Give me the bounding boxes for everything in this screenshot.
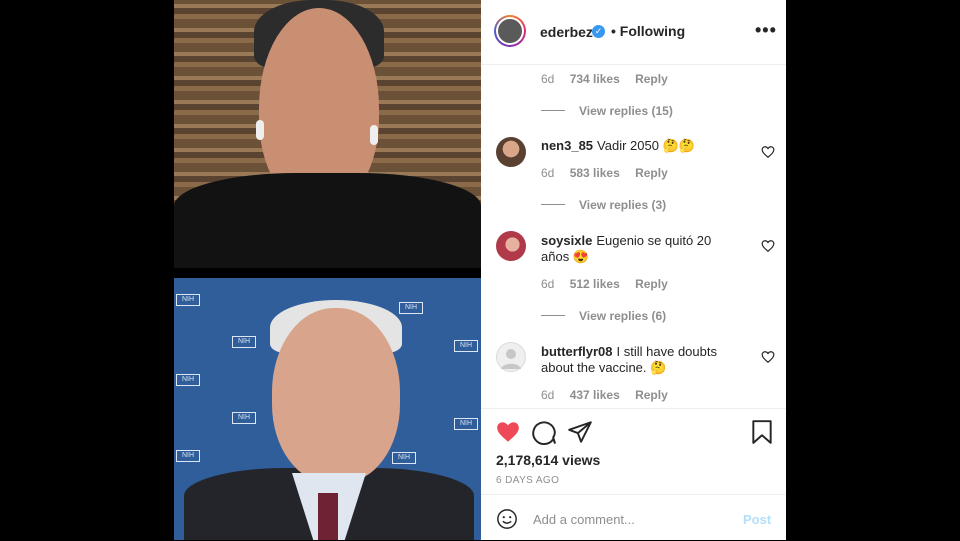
avatar[interactable]: [494, 15, 526, 47]
avatar[interactable]: [496, 137, 526, 167]
emoji-icon[interactable]: [496, 508, 518, 530]
comment-likes[interactable]: 437 likes: [570, 388, 620, 402]
verified-badge-icon: ✓: [592, 25, 605, 38]
nih-logo: NIH: [399, 302, 423, 314]
comment-likes[interactable]: 734 likes: [570, 72, 620, 86]
comment-username[interactable]: soysixle: [541, 233, 592, 248]
comment-time: 6d: [541, 388, 555, 402]
post-side-panel: ederbez ✓ • Following ••• 6d 734 likes R…: [481, 0, 786, 540]
reply-button[interactable]: Reply: [635, 388, 668, 402]
default-avatar-icon: [501, 349, 521, 369]
like-comment-heart-icon[interactable]: [761, 350, 775, 364]
heart-icon[interactable]: [495, 419, 521, 445]
comment-likes[interactable]: 512 likes: [570, 277, 620, 291]
comment-username[interactable]: butterflyr08: [541, 344, 613, 359]
nih-logo: NIH: [176, 374, 200, 386]
post-timestamp: 6 DAYS AGO: [496, 475, 560, 486]
avatar[interactable]: [496, 342, 526, 372]
nih-logo: NIH: [176, 294, 200, 306]
comment-meta: 6d 734 likes Reply: [541, 72, 680, 86]
username-link[interactable]: ederbez: [540, 24, 593, 40]
reply-button[interactable]: Reply: [635, 72, 668, 86]
post-comment-button[interactable]: Post: [743, 512, 771, 527]
comment-time: 6d: [541, 166, 555, 180]
post-actions: 2,178,614 views 6 DAYS AGO: [481, 408, 786, 495]
comment-time: 6d: [541, 72, 555, 86]
nih-logo: NIH: [232, 336, 256, 348]
nih-logo: NIH: [454, 418, 478, 430]
like-comment-heart-icon[interactable]: [761, 145, 775, 159]
post-header: ederbez ✓ • Following •••: [481, 0, 786, 65]
avatar[interactable]: [496, 231, 526, 261]
separator: •: [611, 23, 616, 39]
nih-logo: NIH: [232, 412, 256, 424]
comment-meta: 6d 583 likes Reply: [541, 166, 680, 180]
nih-logo: NIH: [176, 450, 200, 462]
comment-input[interactable]: [531, 507, 735, 531]
bookmark-icon[interactable]: [749, 419, 775, 445]
video-pane-guest: NIH NIH NIH NIH NIH NIH NIH NIH NIH: [174, 278, 481, 540]
view-count[interactable]: 2,178,614 views: [496, 452, 600, 468]
comment-body: soysixle Eugenio se quitó 20 años 😍: [541, 233, 741, 265]
view-replies-button[interactable]: View replies (3): [541, 197, 666, 212]
comment-icon[interactable]: [531, 419, 557, 445]
following-button[interactable]: • Following: [611, 23, 685, 39]
comment-body: butterflyr08 I still have doubts about th…: [541, 344, 741, 376]
comment-text: Vadir 2050 🤔🤔: [597, 138, 695, 153]
view-replies-button[interactable]: View replies (15): [541, 103, 673, 118]
video-player[interactable]: NIH NIH NIH NIH NIH NIH NIH NIH NIH: [174, 0, 481, 540]
comment-meta: 6d 437 likes Reply: [541, 388, 680, 402]
more-options-icon[interactable]: •••: [755, 20, 777, 41]
comment-likes[interactable]: 583 likes: [570, 166, 620, 180]
reply-button[interactable]: Reply: [635, 166, 668, 180]
comment-body: nen3_85 Vadir 2050 🤔🤔: [541, 138, 741, 154]
nih-logo: NIH: [454, 340, 478, 352]
comment-time: 6d: [541, 277, 555, 291]
share-icon[interactable]: [567, 419, 593, 445]
video-pane-host: [174, 0, 481, 268]
comment-username[interactable]: nen3_85: [541, 138, 593, 153]
follow-state-label: Following: [619, 23, 686, 39]
nih-logo: NIH: [392, 452, 416, 464]
add-comment-bar: Post: [481, 494, 786, 541]
like-comment-heart-icon[interactable]: [761, 239, 775, 253]
view-replies-button[interactable]: View replies (6): [541, 308, 666, 323]
comment-meta: 6d 512 likes Reply: [541, 277, 680, 291]
reply-button[interactable]: Reply: [635, 277, 668, 291]
